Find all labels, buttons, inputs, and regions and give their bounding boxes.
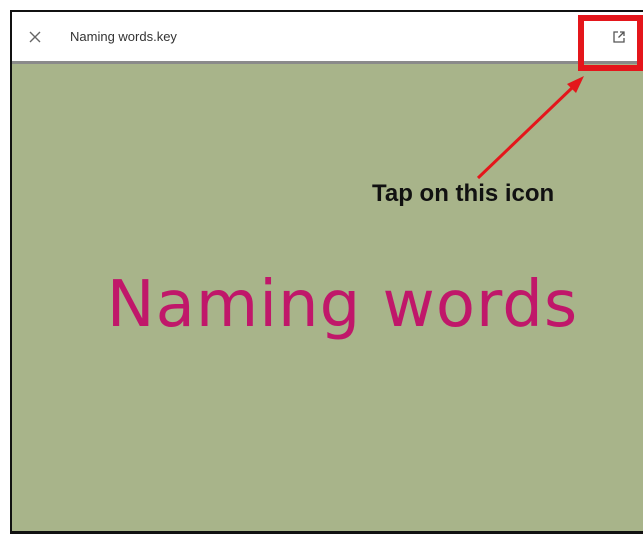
annotation-highlight-box (578, 15, 643, 71)
slide-title: Naming words (106, 268, 579, 342)
close-icon (29, 31, 41, 43)
document-viewer: Naming words.key Naming words Tap on thi… (10, 10, 643, 534)
annotation-callout: Tap on this icon (372, 180, 555, 207)
close-button[interactable] (24, 26, 46, 48)
file-title: Naming words.key (70, 29, 177, 44)
viewer-toolbar: Naming words.key (12, 12, 643, 64)
